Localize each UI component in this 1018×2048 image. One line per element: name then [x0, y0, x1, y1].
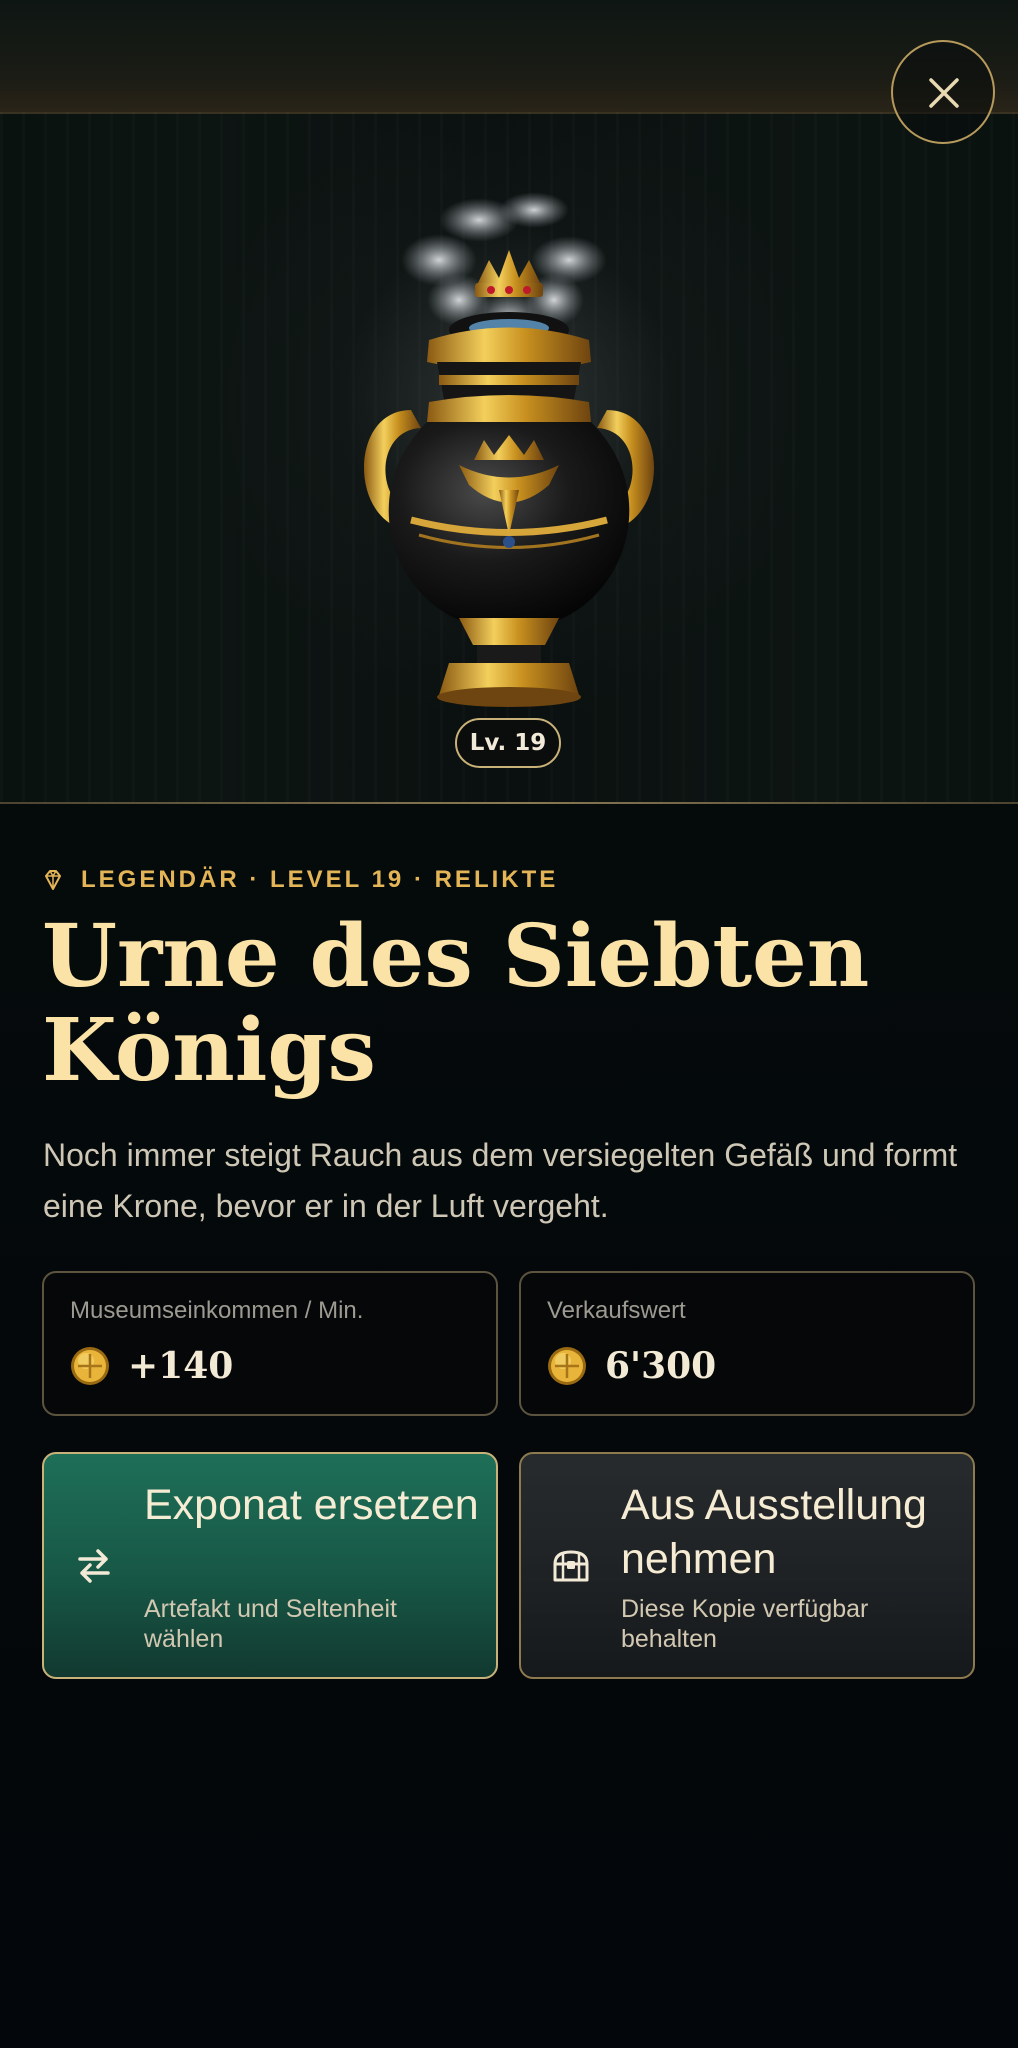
- remove-from-exhibition-button[interactable]: Aus Ausstellung nehmen Diese Kopie verfü…: [519, 1452, 975, 1679]
- artifact-title: Urne des Siebten Königs: [42, 906, 870, 1101]
- replace-exhibit-button[interactable]: Exponat ersetzen Artefakt und Seltenheit…: [42, 1452, 498, 1679]
- action-subtitle: Diese Kopie verfügbar behalten: [621, 1595, 869, 1653]
- close-button[interactable]: [891, 40, 995, 144]
- hero-top-strip: [0, 0, 1018, 114]
- rarity-meta-line: LEGENDÄR · LEVEL 19 · RELIKTE: [43, 862, 558, 898]
- gold-coin-icon: [548, 1347, 586, 1385]
- artifact-image: [363, 192, 655, 707]
- artifact-hero: Lv. 19: [0, 0, 1018, 804]
- stat-value: 6'300: [605, 1345, 717, 1387]
- level-badge: Lv. 19: [455, 718, 561, 768]
- stat-card-sale-value: Verkaufswert 6'300: [519, 1271, 975, 1416]
- stat-value: +140: [128, 1345, 234, 1387]
- stat-label: Verkaufswert: [547, 1297, 686, 1324]
- hero-divider: [0, 802, 1018, 804]
- close-icon: [929, 78, 959, 108]
- stat-card-income: Museumseinkommen / Min. +140: [42, 1271, 498, 1416]
- stat-value-row: +140: [70, 1345, 233, 1387]
- action-title: Exponat ersetzen: [144, 1481, 479, 1529]
- artifact-detail-page: Lv. 19 LEGENDÄR · LEVEL 19 · RELIKTE Urn…: [0, 0, 1018, 2048]
- gem-icon: [45, 870, 61, 890]
- gold-coin-icon: [71, 1347, 109, 1385]
- action-title: Aus Ausstellung nehmen: [621, 1481, 927, 1583]
- swap-arrows-icon: [78, 1549, 110, 1583]
- treasure-chest-icon: [553, 1550, 589, 1582]
- rarity-meta-text: LEGENDÄR · LEVEL 19 · RELIKTE: [81, 866, 559, 893]
- stat-label: Museumseinkommen / Min.: [70, 1297, 364, 1324]
- action-subtitle: Artefakt und Seltenheit wählen: [144, 1595, 397, 1653]
- stat-value-row: 6'300: [547, 1345, 716, 1387]
- artifact-description: Noch immer steigt Rauch aus dem versiege…: [43, 1137, 958, 1224]
